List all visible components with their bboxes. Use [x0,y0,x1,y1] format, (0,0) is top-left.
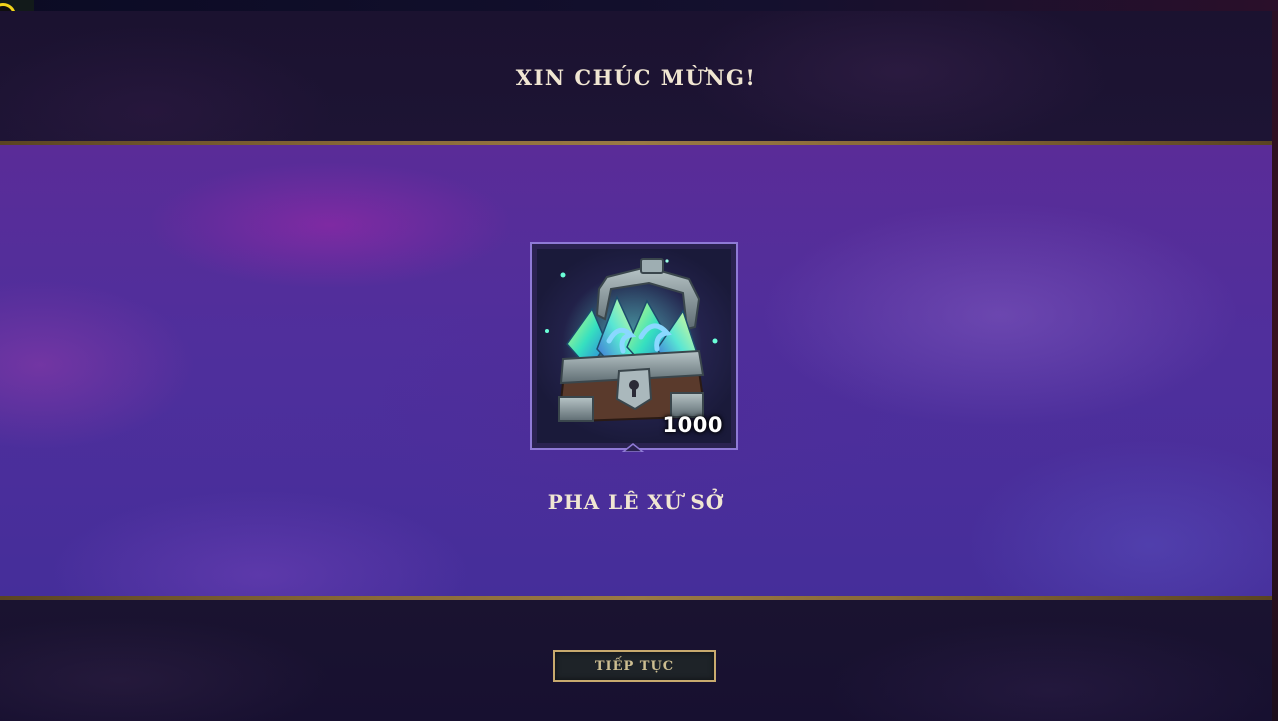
continue-button[interactable]: TIẾP TỤC [553,650,716,682]
reward-band: 1000 PHA LÊ XỨ SỞ [0,145,1272,596]
reward-count: 1000 [662,413,723,437]
right-edge [1272,11,1278,721]
frame-notch-icon [621,443,645,452]
reward-item-frame[interactable]: 1000 [530,242,738,450]
corner-badge-icon [0,0,34,11]
reward-item-inner: 1000 [537,249,731,443]
reward-name: PHA LÊ XỨ SỞ [547,490,725,514]
header-band: XIN CHÚC MỪNG! [0,11,1272,142]
top-strip [0,0,1278,11]
reward-modal: XIN CHÚC MỪNG! 1000 PHA LÊ XỨ SỞ TIẾP TỤ… [0,0,1278,721]
modal-title: XIN CHÚC MỪNG! [515,65,757,90]
